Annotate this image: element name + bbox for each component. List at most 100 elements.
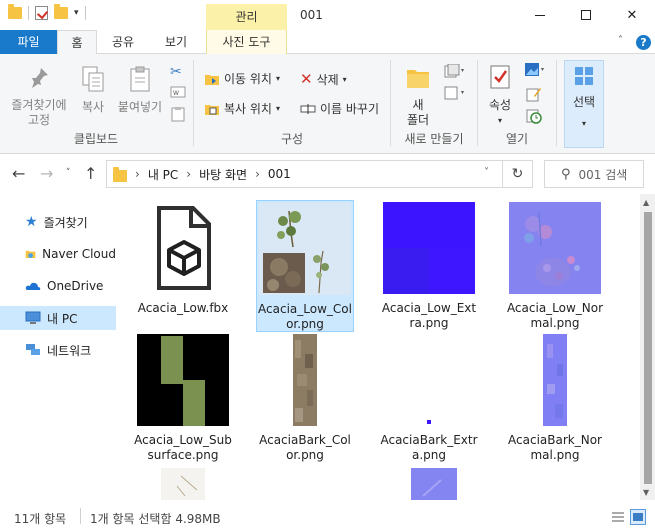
- collapse-ribbon-icon[interactable]: ˄: [618, 35, 623, 46]
- tab-file[interactable]: 파일: [0, 30, 57, 54]
- tab-share[interactable]: 공유: [101, 30, 145, 54]
- file-name: AcaciaBark_Normal.png: [508, 433, 602, 462]
- properties-dropdown-icon[interactable]: ▾: [482, 113, 518, 128]
- help-icon[interactable]: ?: [636, 35, 651, 50]
- properties-quick-icon[interactable]: [35, 6, 48, 20]
- details-view-button[interactable]: [610, 509, 626, 525]
- file-item[interactable]: AcaciaBark_Normal.png: [506, 334, 604, 462]
- minimize-button[interactable]: [517, 0, 563, 30]
- copy-button[interactable]: 복사: [76, 66, 110, 115]
- minimize-icon: [535, 14, 545, 16]
- recent-locations-icon[interactable]: ˅: [66, 168, 71, 178]
- file-item[interactable]: Acacia_Low_Subsurface.png: [134, 334, 232, 462]
- properties-button[interactable]: 속성 ▾: [482, 64, 518, 128]
- open-button[interactable]: [524, 62, 546, 78]
- new-folder-quick-icon[interactable]: [54, 4, 68, 19]
- breadcrumb-desktop[interactable]: 바탕 화면: [199, 166, 247, 183]
- copy-icon: [82, 66, 104, 92]
- chevron-right-icon: ›: [135, 167, 140, 181]
- copy-path-button[interactable]: W: [170, 86, 186, 98]
- file-item[interactable]: AcaciaBark_Color.png: [256, 334, 354, 462]
- large-icons-view-button[interactable]: [630, 509, 646, 525]
- nav-item-this-pc[interactable]: 내 PC: [0, 306, 116, 330]
- nav-item-onedrive[interactable]: OneDrive: [0, 274, 116, 298]
- star-icon: ★: [25, 214, 38, 230]
- customize-toolbar-icon[interactable]: ▾: [74, 8, 79, 18]
- copy-path-icon: W: [170, 86, 186, 98]
- scroll-up-icon[interactable]: ▲: [643, 198, 649, 207]
- close-button[interactable]: ✕: [609, 0, 655, 30]
- divider: [556, 60, 557, 146]
- pin-to-quick-access-button[interactable]: 즐겨찾기에 고정: [6, 66, 72, 128]
- bark-color-thumbnail: [293, 334, 317, 426]
- file-item-selected[interactable]: Acacia_Low_Color.png: [256, 200, 354, 332]
- search-input[interactable]: ⚲ 001 검색: [544, 160, 644, 188]
- bark-extra-thumbnail: [427, 420, 431, 424]
- rename-icon: [300, 103, 316, 114]
- copy-to-label: 복사 위치: [224, 102, 272, 116]
- cloud-folder-icon: [25, 250, 36, 258]
- file-item[interactable]: Acacia_Low_Extra.png: [380, 202, 478, 330]
- address-bar[interactable]: › 내 PC › 바탕 화면 › 001: [106, 160, 503, 188]
- rename-label: 이름 바꾸기: [320, 102, 380, 116]
- pin-label-2: 고정: [27, 113, 51, 127]
- paste-icon: [130, 66, 150, 92]
- rename-button[interactable]: 이름 바꾸기: [300, 100, 379, 117]
- select-button[interactable]: 선택 ▾: [564, 60, 604, 148]
- scroll-down-icon[interactable]: ▼: [643, 488, 649, 497]
- select-label: 선택: [572, 95, 596, 109]
- nav-item-network[interactable]: 네트워크: [0, 338, 116, 362]
- file-name: Acacia_Low_Subsurface.png: [134, 433, 232, 462]
- breadcrumb-001[interactable]: 001: [268, 167, 291, 181]
- up-arrow-icon[interactable]: ↑: [84, 164, 97, 183]
- window-title: 001: [300, 8, 323, 22]
- paste-shortcut-button[interactable]: [171, 106, 185, 122]
- tab-view[interactable]: 보기: [153, 30, 199, 54]
- clipboard-group-label: 클립보드: [73, 132, 119, 146]
- new-item-button[interactable]: [444, 64, 466, 78]
- new-folder-button[interactable]: 새 폴더: [398, 64, 438, 128]
- paste-button[interactable]: 붙여넣기: [114, 66, 166, 115]
- cut-button[interactable]: ✂: [170, 64, 182, 80]
- file-item[interactable]: Acacia_Low_Normal.png: [506, 202, 604, 330]
- tab-home[interactable]: 홈: [57, 30, 97, 55]
- nav-label: OneDrive: [47, 279, 104, 293]
- easy-access-button[interactable]: [444, 86, 466, 100]
- move-to-button[interactable]: 이동 위치 ▾: [204, 70, 280, 87]
- network-icon: [26, 344, 40, 355]
- navigation-pane: ★ 즐겨찾기 Naver Cloud OneDrive 내 PC 네트워크: [0, 198, 116, 498]
- file-item[interactable]: [380, 466, 478, 500]
- close-icon: ✕: [626, 7, 638, 23]
- maximize-button[interactable]: [563, 0, 609, 30]
- file-item[interactable]: Acacia_Low.fbx: [134, 202, 232, 322]
- delete-button[interactable]: ✕ 삭제 ▾: [300, 70, 347, 88]
- tab-manage[interactable]: 관리: [206, 4, 287, 30]
- file-item[interactable]: [134, 466, 232, 500]
- file-item[interactable]: AcaciaBark_Extra.png: [380, 334, 478, 462]
- title-bar: ▾ 관리 001 ✕: [0, 0, 655, 30]
- nav-item-quick-access[interactable]: ★ 즐겨찾기: [0, 210, 116, 234]
- vertical-scrollbar[interactable]: ▲ ▼: [640, 194, 655, 500]
- image-thumbnail: [411, 468, 457, 500]
- back-arrow-icon[interactable]: ←: [12, 164, 25, 183]
- address-dropdown-icon[interactable]: ˅: [484, 167, 489, 178]
- forward-arrow-icon[interactable]: →: [40, 164, 53, 183]
- nav-item-naver-cloud[interactable]: Naver Cloud: [0, 242, 116, 266]
- move-folder-icon: [205, 74, 219, 85]
- refresh-button[interactable]: ↻: [503, 160, 533, 188]
- file-name: Acacia_Low_Extra.png: [381, 301, 477, 330]
- move-to-label: 이동 위치: [224, 72, 272, 86]
- new-folder-icon: [407, 70, 429, 88]
- tab-picture-tools[interactable]: 사진 도구: [206, 30, 287, 54]
- normal-map-thumbnail: [509, 202, 601, 294]
- copy-to-button[interactable]: 복사 위치 ▾: [204, 100, 280, 117]
- pin-icon: [32, 68, 48, 88]
- breadcrumb-this-pc[interactable]: 내 PC: [148, 166, 178, 183]
- edit-button[interactable]: [526, 86, 542, 102]
- history-button[interactable]: [526, 108, 542, 124]
- scrollbar-thumb[interactable]: [644, 212, 652, 484]
- delete-icon: ✕: [300, 70, 313, 88]
- refresh-icon: ↻: [511, 166, 524, 182]
- item-count: 11개 항목: [14, 512, 67, 526]
- nav-label: 내 PC: [47, 311, 78, 326]
